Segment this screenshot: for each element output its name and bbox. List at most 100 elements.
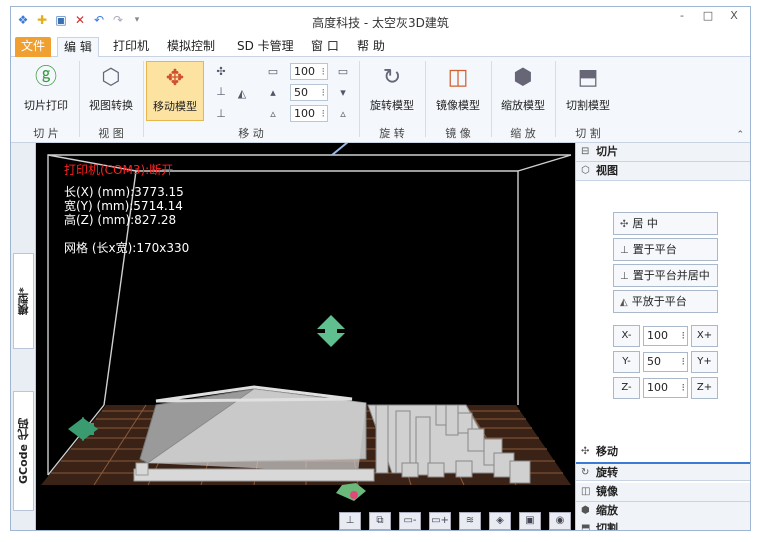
ribbon-toolbar: ⓖ 切片打印 ⬡ 视图转换 ✥ 移动模型 ✣ ⊥ ◭ ⊥ ▭ ▴ ▵ 100 5…: [11, 57, 750, 143]
3d-viewport[interactable]: 打印机(COM3):断开 长(X) (mm):3773.15 宽(Y) (mm)…: [36, 143, 575, 530]
length-readout: 长(X) (mm):3773.15: [64, 185, 184, 199]
move-x-input[interactable]: 100: [290, 63, 328, 80]
minimize-button[interactable]: -: [670, 9, 694, 25]
lay-flat-label: 平放于平台: [631, 295, 687, 308]
place-platform-icon[interactable]: ⊥: [214, 85, 228, 99]
section-rotate-label: 旋转: [596, 466, 618, 479]
app-window: ❖ ✚ ▣ ✕ ↶ ↷ ▾ 高度科技 - 太空灰3D建筑 - □ X 文件 编 …: [10, 6, 751, 531]
section-scale[interactable]: ⬢ 缩放: [576, 502, 750, 521]
place-platform-button[interactable]: ⊥ 置于平台: [613, 238, 718, 261]
cut-model-button[interactable]: ⬒ 切割模型: [559, 61, 617, 121]
x-minus-icon[interactable]: ▭: [266, 65, 280, 79]
y-minus-button[interactable]: Y-: [613, 351, 640, 373]
width-readout: 宽(Y) (mm):5714.14: [64, 199, 183, 213]
scale-model-label: 缩放模型: [501, 99, 545, 112]
y-plus-icon[interactable]: ▾: [336, 86, 350, 100]
mirror-model-label: 镜像模型: [436, 99, 480, 112]
mirror-model-button[interactable]: ◫ 镜像模型: [429, 61, 487, 121]
tab-gcode[interactable]: GCode 代码: [13, 391, 34, 511]
section-move[interactable]: ✣ 移动: [576, 443, 750, 462]
section-slice[interactable]: ⊟ 切片: [576, 143, 750, 162]
view-convert-label: 视图转换: [89, 99, 133, 112]
scale-section-icon: ⬢: [581, 505, 590, 516]
mirror-icon: ◫: [447, 65, 469, 90]
x-plus-icon[interactable]: ▭: [336, 65, 350, 79]
move-z-input[interactable]: 100: [290, 105, 328, 122]
slice-print-button[interactable]: ⓖ 切片打印: [17, 61, 75, 121]
maximize-button[interactable]: □: [696, 9, 720, 25]
paint-icon[interactable]: ◈: [489, 512, 511, 530]
y-step-input[interactable]: 50: [643, 352, 688, 372]
fit-view-icon[interactable]: ⧉: [369, 512, 391, 530]
scale-model-button[interactable]: ⬢ 缩放模型: [495, 61, 551, 121]
rotate-model-button[interactable]: ↻ 旋转模型: [363, 61, 421, 121]
tab-model[interactable]: 模型*: [13, 253, 34, 349]
cut-section-icon: ⬒: [581, 523, 591, 531]
zoom-out-icon[interactable]: ▭-: [399, 512, 421, 530]
center-icon: ✣: [620, 219, 629, 230]
section-scale-label: 缩放: [596, 504, 618, 517]
section-move-label: 移动: [596, 445, 618, 458]
tab-sd-card[interactable]: SD 卡管理: [231, 37, 300, 57]
center-button[interactable]: ✣ 居 中: [613, 212, 718, 235]
place-center-button[interactable]: ⊥ 置于平台并居中: [613, 264, 718, 287]
place-platform-icon[interactable]: ⊥: [339, 512, 361, 530]
cut-model-label: 切割模型: [566, 99, 610, 112]
center-label: 居 中: [632, 217, 658, 230]
place-center-icon[interactable]: ⊥: [214, 107, 228, 121]
height-readout: 高(Z) (mm):827.28: [64, 213, 177, 227]
lay-flat-button[interactable]: ◭ 平放于平台: [613, 290, 718, 313]
x-step-input[interactable]: 100: [643, 326, 688, 346]
move-y-input[interactable]: 50: [290, 84, 328, 101]
left-tab-strip: 模型* GCode 代码: [11, 143, 36, 530]
group-cut: 切 割: [575, 127, 601, 140]
lay-flat-icon[interactable]: ◭: [235, 87, 249, 101]
collapse-ribbon-icon[interactable]: ⌃: [736, 130, 744, 140]
move-center-icon[interactable]: ✣: [214, 65, 228, 79]
tab-simulation[interactable]: 模拟控制: [161, 37, 221, 57]
zoom-in-icon[interactable]: ▭+: [429, 512, 451, 530]
y-minus-icon[interactable]: ▴: [266, 86, 280, 100]
tab-window[interactable]: 窗 口: [305, 37, 345, 57]
x-plus-button[interactable]: X+: [691, 325, 718, 347]
section-mirror[interactable]: ◫ 镜像: [576, 483, 750, 502]
scale-icon: ⬢: [513, 65, 533, 90]
place-platform-label: 置于平台: [632, 243, 677, 256]
tab-help[interactable]: 帮 助: [351, 37, 391, 57]
view-convert-button[interactable]: ⬡ 视图转换: [83, 61, 139, 121]
group-slice: 切 片: [33, 127, 59, 140]
z-plus-button[interactable]: Z+: [691, 377, 718, 399]
tab-edit[interactable]: 编 辑: [57, 37, 99, 57]
reset-view-icon[interactable]: ◉: [549, 512, 571, 530]
z-step-input[interactable]: 100: [643, 378, 688, 398]
section-view[interactable]: ⬡ 视图: [576, 162, 750, 181]
layers-icon[interactable]: ≋: [459, 512, 481, 530]
rotate-model-label: 旋转模型: [370, 99, 414, 112]
window-title: 高度科技 - 太空灰3D建筑: [312, 16, 449, 30]
y-plus-button[interactable]: Y+: [691, 351, 718, 373]
section-view-label: 视图: [596, 164, 618, 177]
z-minus-button[interactable]: Z-: [613, 377, 640, 399]
z-plus-icon[interactable]: ▵: [336, 107, 350, 121]
slice-print-label: 切片打印: [24, 99, 68, 112]
grid-readout: 网格 (长x宽):170x330: [64, 241, 190, 255]
file-menu[interactable]: 文件: [15, 37, 52, 57]
move-model-button[interactable]: ✥ 移动模型: [146, 61, 204, 121]
x-minus-button[interactable]: X-: [613, 325, 640, 347]
view-section-icon: ⬡: [581, 165, 590, 176]
close-button[interactable]: X: [722, 9, 746, 25]
z-minus-icon[interactable]: ▵: [266, 107, 280, 121]
tab-printer[interactable]: 打印机: [107, 37, 155, 57]
screenshot-icon[interactable]: ▣: [519, 512, 541, 530]
cube-icon: ⬡: [101, 65, 121, 90]
mirror-section-icon: ◫: [581, 486, 591, 497]
viewport-toolbar: ⊥ ⧉ ▭- ▭+ ≋ ◈ ▣ ◉: [339, 512, 571, 530]
section-rotate[interactable]: ↻ 旋转: [576, 462, 750, 481]
move-z-gizmo[interactable]: [317, 315, 345, 347]
section-cut-label: 切割: [596, 522, 618, 531]
rotate-gizmo[interactable]: [336, 483, 366, 501]
move-section-icon: ✣: [581, 446, 590, 457]
section-cut[interactable]: ⬒ 切割: [576, 520, 750, 531]
title-bar: ❖ ✚ ▣ ✕ ↶ ↷ ▾ 高度科技 - 太空灰3D建筑 - □ X: [11, 7, 750, 35]
lay-flat-icon: ◭: [620, 297, 628, 308]
